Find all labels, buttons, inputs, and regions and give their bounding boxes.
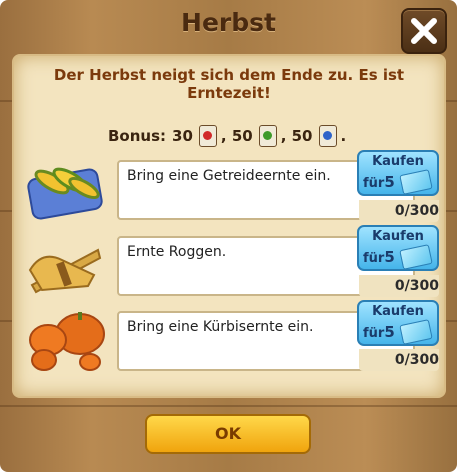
buy-button[interactable]: Kaufen für5: [357, 225, 439, 271]
buy-label: Kaufen: [372, 229, 424, 244]
buy-button[interactable]: Kaufen für5: [357, 150, 439, 196]
buy-price-row: für5: [363, 248, 395, 266]
quest-progress: 0/300: [359, 349, 439, 371]
quest-progress: 0/300: [359, 200, 439, 222]
close-button[interactable]: [401, 8, 447, 54]
buy-button[interactable]: Kaufen für5: [357, 300, 439, 346]
bonus-amount: 30: [172, 127, 193, 145]
wood-plank-line: [0, 405, 457, 407]
buy-label: Kaufen: [372, 304, 424, 319]
buy-price-row: für5: [363, 173, 395, 191]
corn-dish-icon: [27, 167, 103, 220]
ticket-icon: [399, 244, 433, 270]
buy-for: für: [363, 176, 385, 191]
bonus-amount: , 50: [220, 127, 253, 145]
buy-price-row: für5: [363, 323, 395, 341]
dialog-title: Herbst: [181, 8, 276, 37]
quest-progress: 0/300: [359, 275, 439, 297]
buy-price: 5: [384, 248, 395, 266]
buy-for: für: [363, 251, 385, 266]
pumpkins-icon: [29, 312, 105, 371]
rye-bundle-icon: [28, 248, 102, 294]
bonus-row: Bonus: 30 , 50 , 50 .: [108, 125, 347, 147]
quest-text: Bring eine Kürbisernte ein.: [127, 319, 314, 335]
bonus-end: .: [340, 127, 347, 145]
quest-text: Ernte Roggen.: [127, 244, 227, 260]
seed-bag-green-icon: [258, 125, 277, 147]
bonus-amount: , 50: [280, 127, 313, 145]
seed-bag-red-icon: [198, 125, 217, 147]
close-x-icon: [411, 18, 437, 44]
dialog-subtitle: Der Herbst neigt sich dem Ende zu. Es is…: [53, 66, 405, 102]
ticket-icon: [399, 169, 433, 195]
ok-button[interactable]: OK: [145, 414, 311, 454]
buy-price: 5: [384, 323, 395, 341]
seed-bag-blue-icon: [318, 125, 337, 147]
bonus-label: Bonus:: [108, 127, 167, 145]
quest-text: Bring eine Getreideernte ein.: [127, 168, 331, 184]
buy-for: für: [363, 326, 385, 341]
ticket-icon: [399, 319, 433, 345]
buy-label: Kaufen: [372, 154, 424, 169]
buy-price: 5: [384, 173, 395, 191]
